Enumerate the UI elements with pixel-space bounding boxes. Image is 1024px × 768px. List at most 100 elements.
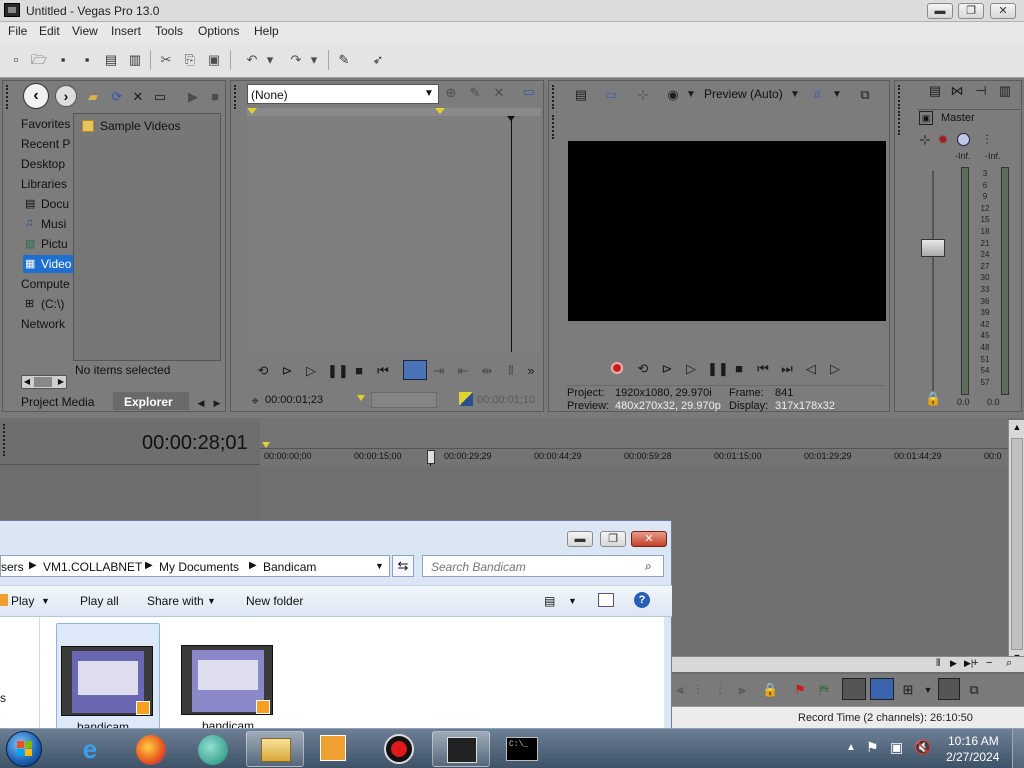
overlays-grid-icon[interactable]: # [809, 87, 825, 103]
app-icon[interactable] [198, 735, 228, 765]
timeline-ruler[interactable]: 00:00:00;00 00:00:15;00 00:00:29;29 00:00:4… [260, 418, 1008, 466]
selection-tool-icon[interactable]: ⊞ [900, 682, 916, 698]
cut-icon[interactable]: ✂ [158, 52, 174, 68]
back-button[interactable]: ‹ [23, 83, 49, 109]
tree-recent-places[interactable]: Recent P [21, 137, 70, 151]
tree-documents[interactable]: Docu [41, 197, 69, 211]
refresh-icon[interactable]: ⟳ [109, 89, 125, 105]
volume-fader[interactable] [921, 239, 945, 257]
media-player-icon[interactable] [320, 735, 346, 761]
breadcrumb-bandicam[interactable]: Bandicam [263, 560, 316, 574]
snapping-icon[interactable]: ⧉ [966, 682, 982, 698]
breadcrumb-users[interactable]: sers [1, 560, 24, 574]
lock-events-icon[interactable]: 🔒 [762, 682, 778, 698]
menu-file[interactable]: File [8, 24, 27, 38]
menu-tools[interactable]: Tools [155, 24, 183, 38]
render-icon[interactable]: ▤ [103, 52, 119, 68]
nav-item-text[interactable]: s [0, 691, 6, 705]
add-to-timeline-after-icon[interactable]: ⇥ [431, 363, 447, 379]
split-screen-icon[interactable]: ⊹ [635, 87, 651, 103]
properties-icon[interactable]: ▥ [127, 52, 143, 68]
minimize-button[interactable]: ▬ [927, 3, 953, 19]
out-marker-icon[interactable] [435, 108, 445, 114]
downmix-icon[interactable]: ⋈ [949, 83, 965, 99]
breadcrumb-separator-icon[interactable]: ▶ [29, 560, 37, 571]
preview-pane-icon[interactable] [598, 593, 614, 607]
menu-help[interactable]: Help [254, 24, 279, 38]
tree-videos[interactable]: Video [41, 257, 71, 271]
clear-trimmer-icon[interactable]: ✕ [491, 85, 507, 101]
insert-region-icon[interactable]: ⛿ [816, 682, 832, 698]
normal-edit-tool-button[interactable] [842, 678, 866, 700]
start-button[interactable] [6, 731, 42, 767]
auto-ripple-button[interactable] [938, 678, 960, 700]
clock-date[interactable]: 2/27/2024 [946, 750, 999, 764]
open-folder-icon[interactable]: 🗁 [31, 52, 47, 68]
scroll-thumb[interactable] [34, 377, 52, 387]
forward-button[interactable]: › [55, 85, 77, 107]
timeline-vertical-scrollbar[interactable]: ▲ ▼ [1008, 420, 1024, 670]
overlays-dropdown-icon[interactable]: ▼ [829, 87, 845, 103]
save-as-icon[interactable]: ▪ [79, 52, 95, 68]
in-marker-icon[interactable] [247, 108, 257, 114]
lock-icon[interactable]: 🔒 [925, 391, 941, 407]
scroll-thumb[interactable] [1011, 438, 1023, 650]
close-button[interactable]: ✕ [990, 3, 1016, 19]
trimmer-ruler[interactable] [247, 108, 541, 116]
menu-edit[interactable]: Edit [39, 24, 60, 38]
explorer-close-button[interactable]: ✕ [631, 531, 667, 547]
play-from-start-icon[interactable]: ⊳ [279, 363, 295, 379]
fit-to-fill-icon[interactable]: ⇹ [479, 363, 495, 379]
breadcrumb-separator-icon[interactable]: ▶ [145, 560, 153, 571]
trim-start-icon[interactable]: ⫷ [672, 682, 688, 698]
audio-waveform-icon[interactable]: ⦀ [503, 363, 519, 379]
video-thumbnail[interactable] [181, 645, 273, 715]
undo-icon[interactable]: ↶ [244, 52, 260, 68]
trimmer-out-time[interactable]: 00:00:01;10 [477, 394, 535, 406]
scroll-up-icon[interactable]: ▲ [1011, 422, 1023, 434]
search-icon[interactable]: ⌕ [645, 559, 652, 574]
help-icon[interactable]: ? [634, 592, 650, 608]
menu-view[interactable]: View [72, 24, 98, 38]
file-thumbnail-selected[interactable]: bandicam [56, 623, 160, 734]
preview-fx-icon[interactable]: ◉ [665, 87, 681, 103]
network-icon[interactable]: ▣ [890, 739, 903, 756]
folder-tree[interactable]: Favorites Recent P Desktop Libraries ▤ D… [19, 113, 73, 371]
go-to-end-icon[interactable]: ⏭ [779, 361, 795, 377]
tree-network[interactable]: Network [21, 317, 65, 331]
go-to-start-icon[interactable]: ⏮ [755, 361, 771, 377]
whats-this-help-icon[interactable]: ➶ [370, 52, 386, 68]
loop-icon[interactable]: ⟲ [255, 363, 271, 379]
quality-dropdown-icon[interactable]: ▼ [787, 87, 803, 103]
tree-music[interactable]: Musi [41, 217, 66, 231]
share-dropdown-icon[interactable]: ▼ [207, 596, 216, 606]
view-dropdown-icon[interactable]: ▼ [568, 596, 577, 606]
menu-options[interactable]: Options [198, 24, 239, 38]
tree-libraries[interactable]: Libraries [21, 177, 67, 191]
show-video-icon[interactable]: ▭ [521, 84, 537, 100]
timeline-cursor-head[interactable] [427, 450, 435, 464]
undo-dropdown-icon[interactable]: ▾ [262, 52, 278, 68]
pin-icon[interactable]: ⌖ [247, 393, 263, 409]
zoom-out-icon[interactable]: − [986, 657, 992, 669]
add-to-timeline-before-icon[interactable]: ⇤ [455, 363, 471, 379]
cmd-play[interactable]: Play [11, 594, 34, 608]
pause-icon[interactable]: ❚❚ [707, 361, 729, 377]
tab-scroll-left-icon[interactable]: ◀ [193, 395, 209, 411]
play-icon[interactable]: ▷ [303, 363, 319, 379]
copy-icon[interactable]: ⎘ [182, 52, 198, 68]
next-frame-icon[interactable]: ▷ [827, 361, 843, 377]
tree-pictures[interactable]: Pictu [41, 237, 68, 251]
preview-properties-icon[interactable]: ▤ [573, 87, 589, 103]
scroll-left-icon[interactable]: ◀ [22, 376, 32, 388]
show-desktop-button[interactable] [1012, 729, 1024, 768]
scrollbar-grip-icon[interactable]: ⦀ [936, 658, 940, 669]
trim-end-icon[interactable]: ⫸ [734, 682, 750, 698]
insert-marker-icon[interactable]: ⚑ [792, 682, 808, 698]
trimmer-media-dropdown[interactable]: (None) ▼ [247, 84, 439, 104]
trimmer-length-field[interactable] [371, 392, 437, 408]
dim-output-icon[interactable]: ⊣ [973, 83, 989, 99]
more-controls-icon[interactable]: » [523, 363, 539, 379]
sync-cursor-button[interactable] [403, 360, 427, 380]
bus-icon[interactable]: ▣ [919, 111, 933, 125]
